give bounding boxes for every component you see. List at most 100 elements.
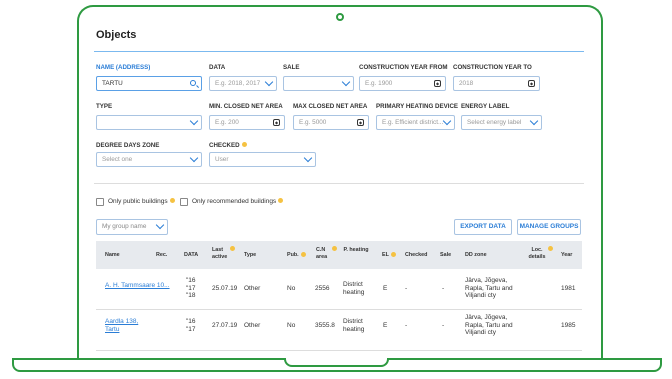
col-el[interactable]: EL	[382, 252, 396, 259]
page-title: Objects	[96, 29, 137, 41]
chevron-down-icon	[155, 220, 165, 230]
col-p-heating[interactable]: P. heating	[343, 247, 369, 254]
col-name[interactable]: Name	[105, 252, 120, 259]
info-dot-icon	[169, 198, 175, 203]
col-last-active[interactable]: Last active	[212, 246, 235, 260]
min-area-placeholder: E.g. 200	[215, 119, 239, 126]
col-year[interactable]: Year	[561, 252, 572, 259]
info-dot-icon	[548, 246, 553, 251]
row-cn-area: 2556	[315, 285, 330, 292]
cy-to-input[interactable]: 2018 ◆	[453, 76, 540, 91]
row-year: 1981	[561, 285, 576, 292]
checked-select[interactable]: User	[209, 152, 316, 167]
chevron-down-icon	[264, 77, 274, 87]
type-label: TYPE	[96, 103, 113, 110]
col-checked[interactable]: Checked	[405, 252, 427, 259]
recommended-buildings-checkbox[interactable]	[180, 198, 188, 206]
row-last-active: 27.07.19	[212, 322, 238, 329]
row-year: 1985	[561, 322, 576, 329]
info-dot-icon	[278, 198, 284, 203]
col-cn-area[interactable]: C.N area	[316, 246, 337, 260]
sale-label: SALE	[283, 64, 300, 71]
row-checked: -	[405, 322, 408, 329]
row-cn-area: 3555.8	[315, 322, 335, 329]
cy-to-label: CONSTRUCTION YEAR TO	[453, 64, 532, 71]
max-area-placeholder: E.g. 5000	[299, 119, 327, 126]
data-placeholder: E.g. 2018, 2017	[215, 80, 261, 87]
stepper-icon[interactable]: ◆	[528, 80, 535, 87]
row-dd-zone: Järva, Jõgeva, Rapla, Tartu and Viljandi…	[465, 314, 513, 336]
type-select[interactable]	[96, 115, 202, 130]
row-data: "16 "17	[186, 318, 196, 333]
info-dot-icon	[332, 246, 337, 251]
row-sale: -	[442, 285, 445, 292]
row-el: E	[383, 285, 388, 292]
col-data[interactable]: DATA	[184, 252, 198, 259]
chevron-down-icon	[303, 153, 313, 163]
recommended-buildings-label: Only recommended buildings	[192, 198, 284, 205]
row-p-heating: District heating	[343, 281, 365, 296]
info-dot-icon	[241, 142, 247, 147]
info-dot-icon	[390, 252, 396, 257]
info-dot-icon	[230, 246, 235, 251]
col-sale[interactable]: Sale	[440, 252, 451, 259]
row-name-link[interactable]: A. H. Tammsaare 10...	[105, 282, 170, 290]
energy-label-select[interactable]: Select energy label	[461, 115, 542, 130]
data-label: DATA	[209, 64, 226, 71]
max-area-label: MAX CLOSED NET AREA	[293, 103, 368, 110]
info-dot-icon	[300, 252, 306, 257]
cy-from-input[interactable]: E.g. 1900 ◆	[359, 76, 446, 91]
energy-placeholder: Select energy label	[467, 119, 522, 126]
table-header: Name Rec. DATA Last active Type Pub. C.N…	[96, 241, 582, 269]
row-last-active: 25.07.19	[212, 285, 238, 292]
app-screen: Objects NAME (ADDRESS) TARTU DATA E.g. 2…	[90, 25, 588, 358]
name-search-input[interactable]: TARTU	[96, 76, 202, 91]
row-pub: No	[287, 285, 296, 292]
public-buildings-label: Only public buildings	[108, 198, 175, 205]
col-rec[interactable]: Rec.	[156, 252, 167, 259]
stepper-icon[interactable]: ◆	[434, 80, 441, 87]
col-type[interactable]: Type	[244, 252, 256, 259]
row-name-link[interactable]: Aardla 138, Tartu	[105, 318, 138, 333]
row-p-heating: District heating	[343, 318, 365, 333]
group-select[interactable]: My group name	[96, 219, 168, 235]
camera-icon	[336, 13, 344, 21]
table-row[interactable]: Aardla 138, Tartu "16 "17 27.07.19 Other…	[96, 310, 582, 351]
col-pub[interactable]: Pub.	[287, 252, 306, 259]
row-pub: No	[287, 322, 296, 329]
row-type: Other	[244, 285, 261, 292]
public-buildings-checkbox[interactable]	[96, 198, 104, 206]
chevron-down-icon	[189, 153, 199, 163]
chevron-down-icon	[189, 116, 199, 126]
max-area-input[interactable]: E.g. 5000 ◆	[293, 115, 369, 130]
export-data-button[interactable]: EXPORT DATA	[454, 219, 512, 235]
row-el: E	[383, 322, 388, 329]
section-divider	[94, 183, 584, 184]
sale-select[interactable]	[283, 76, 354, 91]
stepper-icon[interactable]: ◆	[273, 119, 280, 126]
col-loc-details[interactable]: Loc. details	[526, 246, 553, 260]
stepper-icon[interactable]: ◆	[357, 119, 364, 126]
manage-groups-button[interactable]: MANAGE GROUPS	[517, 219, 581, 235]
ddz-select[interactable]: Select one	[96, 152, 202, 167]
min-area-input[interactable]: E.g. 200 ◆	[209, 115, 285, 130]
chevron-down-icon	[442, 116, 452, 126]
search-icon[interactable]	[190, 80, 196, 86]
row-dd-zone: Järva, Jõgeva, Rapla, Tartu and Viljandi…	[465, 277, 513, 299]
row-data: "16 "17 "18	[186, 277, 196, 299]
cy-from-label: CONSTRUCTION YEAR FROM	[359, 64, 448, 71]
heating-placeholder: E.g. Efficient district...	[382, 119, 444, 126]
name-value: TARTU	[102, 80, 123, 87]
table-row[interactable]: A. H. Tammsaare 10... "16 "17 "18 25.07.…	[96, 269, 582, 310]
energy-label-label: ENERGY LABEL	[461, 103, 510, 110]
data-select[interactable]: E.g. 2018, 2017	[209, 76, 277, 91]
ddz-label: DEGREE DAYS ZONE	[96, 142, 160, 149]
row-sale: -	[442, 322, 445, 329]
heating-select[interactable]: E.g. Efficient district...	[376, 115, 455, 130]
row-type: Other	[244, 322, 261, 329]
col-dd-zone[interactable]: DD zone	[465, 252, 487, 259]
row-checked: -	[405, 285, 408, 292]
title-divider	[94, 51, 584, 52]
chevron-down-icon	[529, 116, 539, 126]
group-select-value: My group name	[102, 223, 147, 230]
